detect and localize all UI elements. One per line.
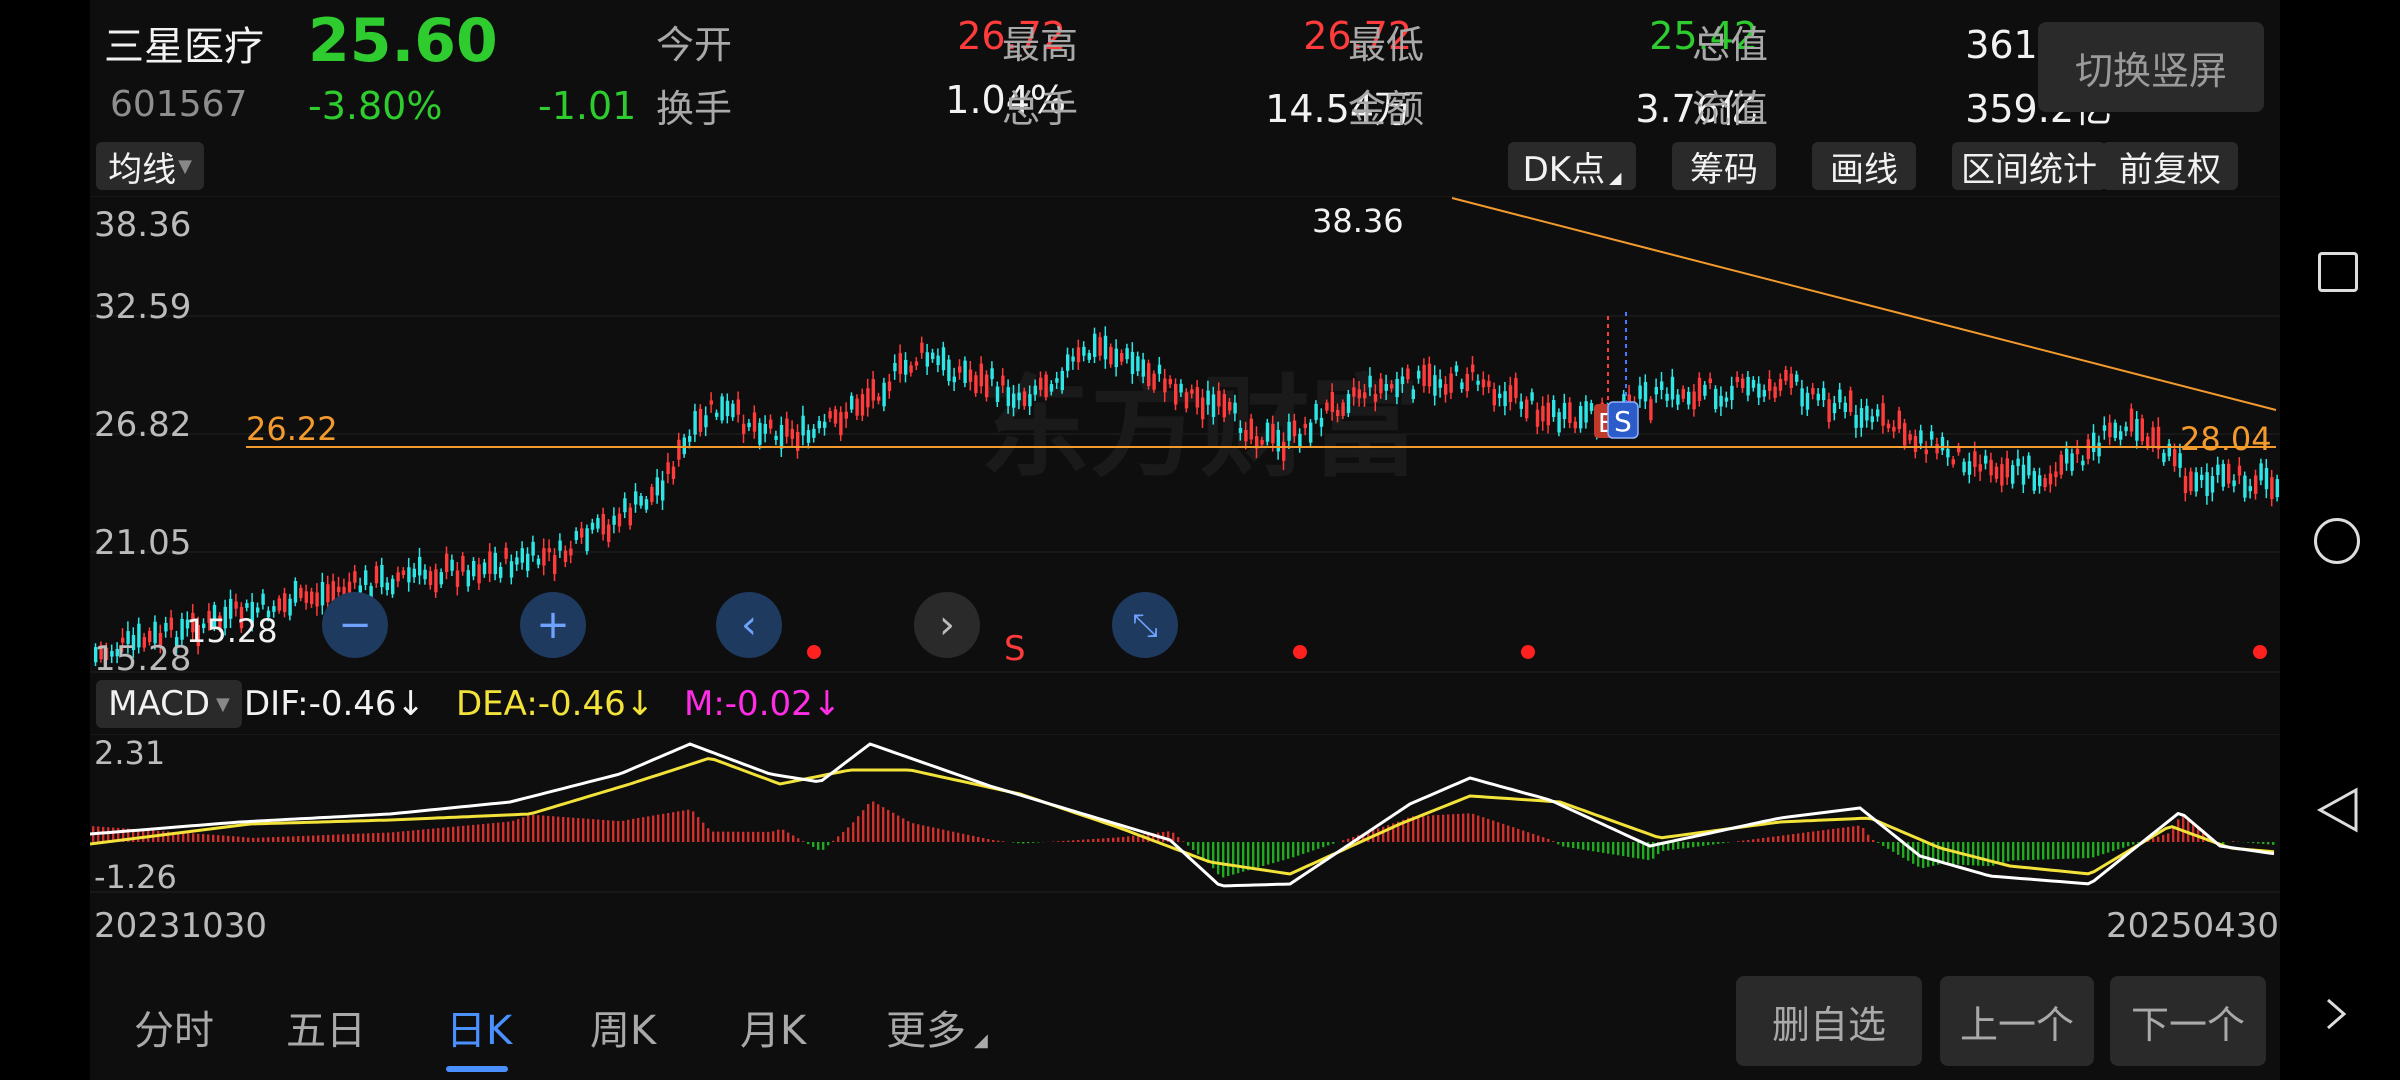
y-label-4: 21.05 — [94, 523, 191, 563]
zoom-out-button[interactable]: − — [322, 592, 388, 658]
remove-watchlist-button[interactable]: 删自选 — [1736, 976, 1922, 1066]
dif-value: DIF:-0.46↓ — [244, 684, 426, 724]
change-percent: -3.80% — [308, 84, 443, 128]
zoom-in-button[interactable]: + — [520, 592, 586, 658]
ma-selector[interactable]: 均线 ▼ — [96, 142, 204, 190]
dk-point-label: DK点 — [1522, 149, 1606, 190]
stat-label-turnover: 换手 — [656, 87, 733, 131]
stat-label-total-value: 总值 — [1692, 23, 1769, 67]
trade-signal-badges: B S — [1594, 312, 1639, 439]
stat-label-volume: 总手 — [1002, 87, 1079, 131]
square-icon[interactable] — [2318, 252, 2358, 292]
svg-text:S: S — [1614, 405, 1632, 438]
stat-label-amount: 金额 — [1348, 87, 1425, 131]
period-tabs: 分时 五日 日K 周K 月K 更多 ◢ — [90, 990, 1190, 1072]
chevron-right-icon[interactable] — [2322, 996, 2352, 1032]
adjust-mode-button[interactable]: 前复权 — [2102, 142, 2238, 190]
tab-daily-k[interactable]: 日K — [446, 998, 512, 1056]
stat-label-float-value: 流值 — [1692, 87, 1769, 131]
dropdown-caret-icon: ▼ — [216, 693, 230, 715]
collapse-button[interactable]: ⤡ — [1112, 592, 1178, 658]
tab-weekly-k[interactable]: 周K — [590, 998, 656, 1056]
stock-code: 601567 — [110, 84, 248, 125]
previous-stock-button[interactable]: 上一个 — [1940, 976, 2094, 1066]
macd-chart[interactable]: 2.31 -1.26 — [90, 734, 2280, 894]
system-nav-bar — [2280, 0, 2400, 1080]
support-value-label: 26.22 — [246, 410, 338, 448]
chevron-left-icon: ‹ — [741, 602, 757, 648]
x-axis-end: 20250430 — [2106, 906, 2280, 946]
x-axis-start: 20231030 — [94, 906, 268, 946]
change-amount: -1.01 — [538, 84, 637, 128]
indicator-label: MACD — [108, 684, 211, 724]
stat-label-low: 最低 — [1348, 23, 1425, 67]
stock-name: 三星医疗 — [104, 24, 264, 70]
macd-histogram — [92, 801, 2275, 878]
m-value: M:-0.02↓ — [684, 684, 842, 724]
stat-label-open: 今开 — [656, 23, 733, 67]
low-marker-label: 15.28 — [186, 612, 278, 650]
scroll-left-button[interactable]: ‹ — [716, 592, 782, 658]
stock-detail-screen: 三星医疗 25.60 601567 -3.80% -1.01 今开 26.72 … — [90, 0, 2280, 1080]
ma-label: 均线 — [108, 149, 177, 190]
chips-button[interactable]: 筹码 — [1672, 142, 1776, 190]
dea-line — [90, 757, 2275, 876]
back-triangle-icon[interactable] — [2316, 786, 2360, 834]
high-marker-label: 38.36 — [1312, 202, 1404, 240]
current-price: 25.60 — [308, 6, 498, 76]
sell-signal-label: S — [1004, 629, 1026, 669]
y-label-1: 38.36 — [94, 205, 191, 245]
tab-more[interactable]: 更多 — [886, 998, 966, 1056]
macd-y-bottom: -1.26 — [94, 858, 177, 894]
next-stock-button[interactable]: 下一个 — [2110, 976, 2266, 1066]
collapse-arrows-icon: ⤡ — [1132, 605, 1158, 644]
bottom-signal-dots — [807, 645, 2267, 659]
macd-y-top: 2.31 — [94, 734, 165, 772]
y-label-5: 15.28 — [94, 639, 191, 674]
candlestick-chart[interactable]: 东方财富 38.36 32.59 26.82 21.05 15.28 26.22… — [90, 196, 2280, 674]
plus-icon: + — [536, 602, 570, 648]
y-label-3: 26.82 — [94, 405, 191, 445]
tab-minute[interactable]: 分时 — [134, 998, 214, 1056]
draw-line-button[interactable]: 画线 — [1812, 142, 1916, 190]
indicator-selector[interactable]: MACD ▼ — [96, 680, 242, 728]
tab-five-day[interactable]: 五日 — [286, 998, 366, 1056]
y-label-2: 32.59 — [94, 287, 191, 327]
tab-monthly-k[interactable]: 月K — [740, 998, 806, 1056]
active-tab-indicator — [446, 1066, 508, 1072]
interval-stats-button[interactable]: 区间统计 — [1952, 142, 2106, 190]
circle-icon[interactable] — [2314, 518, 2360, 564]
chevron-right-icon: › — [939, 602, 955, 648]
dk-point-button[interactable]: DK点 ◢ — [1508, 142, 1636, 190]
corner-triangle-icon: ◢ — [974, 1030, 988, 1051]
switch-portrait-button[interactable]: 切换竖屏 — [2038, 22, 2264, 112]
trend-line — [1451, 197, 2277, 411]
minus-icon: − — [338, 602, 372, 648]
dea-value: DEA:-0.46↓ — [456, 684, 655, 724]
stat-label-high: 最高 — [1002, 23, 1079, 67]
dif-line — [90, 742, 2275, 888]
corner-triangle-icon: ◢ — [1609, 167, 1622, 187]
dropdown-caret-icon: ▼ — [178, 155, 192, 177]
last-value-label: 28.04 — [2180, 420, 2272, 458]
scroll-right-button[interactable]: › — [914, 592, 980, 658]
